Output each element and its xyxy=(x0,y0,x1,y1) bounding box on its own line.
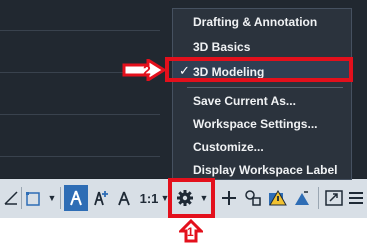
annotation-scale-value[interactable]: 1:1 xyxy=(137,186,161,210)
step-1-label: 1 xyxy=(187,225,194,239)
isolate-objects-icon[interactable] xyxy=(242,186,264,210)
isolate-objects-icon[interactable] xyxy=(292,186,312,210)
menu-item-display-workspace-label[interactable]: Display Workspace Label xyxy=(173,159,351,180)
annotation-scale-label: 1:1 xyxy=(139,190,159,206)
customization-menu-icon[interactable] xyxy=(346,186,366,210)
menu-item-workspace-settings[interactable]: Workspace Settings... xyxy=(173,113,351,134)
menu-item-drafting-annotation[interactable]: Drafting & Annotation xyxy=(173,11,351,32)
highlight-box-workspace-gear xyxy=(168,178,215,218)
annotation-scale-icon[interactable] xyxy=(114,186,134,210)
menu-item-label: Workspace Settings... xyxy=(193,116,318,131)
step-2-label: 2 xyxy=(143,62,151,78)
menu-item-label: Save Current As... xyxy=(193,93,296,108)
grid-line xyxy=(0,156,160,157)
grid-line xyxy=(0,30,160,31)
menu-item-label: Display Workspace Label xyxy=(193,162,338,177)
ortho-box-icon[interactable] xyxy=(24,186,44,210)
workspace-menu: Drafting & Annotation 3D Basics ✓ 3D Mod… xyxy=(172,8,352,180)
annotation-visibility-icon[interactable] xyxy=(64,185,88,211)
menu-item-3d-basics[interactable]: 3D Basics xyxy=(173,36,351,57)
clean-screen-icon[interactable] xyxy=(324,186,344,210)
menu-item-customize[interactable]: Customize... xyxy=(173,136,351,157)
add-icon[interactable] xyxy=(220,186,238,210)
separator xyxy=(318,187,319,209)
snap-grid-icon[interactable] xyxy=(2,186,20,210)
auto-scale-icon[interactable] xyxy=(90,186,112,210)
highlight-box-3d-modeling xyxy=(165,57,353,82)
grid-line xyxy=(0,114,160,115)
chevron-down-icon[interactable]: ▼ xyxy=(46,186,58,210)
menu-item-label: Customize... xyxy=(193,139,264,154)
menu-item-label: Drafting & Annotation xyxy=(193,14,318,29)
menu-separator xyxy=(187,87,343,88)
menu-item-label: 3D Basics xyxy=(193,39,251,54)
hardware-acceleration-icon[interactable] xyxy=(266,186,290,210)
separator xyxy=(60,187,61,209)
separator xyxy=(21,187,22,209)
menu-item-save-current-as[interactable]: Save Current As... xyxy=(173,90,351,111)
